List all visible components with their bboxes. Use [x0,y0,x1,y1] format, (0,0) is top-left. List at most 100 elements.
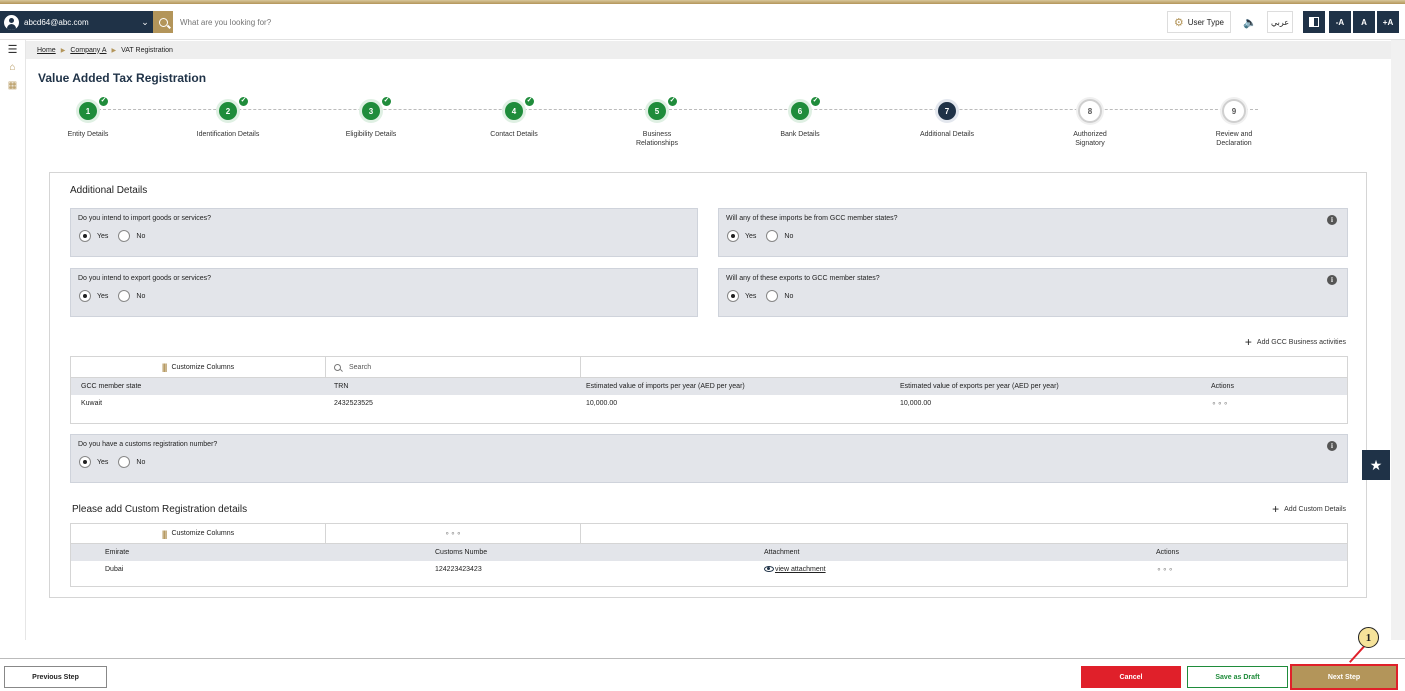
vertical-scrollbar[interactable] [1391,40,1405,640]
contrast-toggle[interactable] [1303,11,1325,33]
info-icon[interactable]: i [1327,275,1337,285]
cell-gcc-state: Kuwait [81,400,103,407]
previous-step-button[interactable]: Previous Step [4,666,107,688]
step-authorized-signatory[interactable]: 8 Authorized Signatory [1030,93,1150,148]
registration-stepper: 1 ✓ Entity Details 2 ✓ Identification Deta… [38,93,1338,153]
import-question-box: Do you intend to import goods or service… [70,208,698,257]
step-number: 6 ✓ [788,96,821,123]
info-icon[interactable]: i [1327,441,1337,451]
row-actions-menu[interactable]: ⚬⚬⚬ [1156,566,1174,574]
row-actions-menu[interactable]: ⚬⚬⚬ [1211,400,1229,408]
column-header[interactable]: Emirate [105,549,129,556]
table-search-input[interactable]: Search [326,357,581,377]
column-header[interactable]: GCC member state [81,383,141,390]
breadcrumb-separator-icon: ▶ [111,47,117,54]
user-type-label: User Type [1187,17,1224,27]
question-text: Will any of these exports to GCC member … [726,275,880,282]
column-header: Actions [1211,383,1234,390]
step-label: Contact Details [490,131,538,138]
search-placeholder: Search [349,363,372,371]
speaker-icon[interactable]: 🔈 [1239,16,1261,29]
radio-no-label: No [136,232,146,240]
add-custom-label: Add Custom Details [1284,505,1346,513]
footer-actions: Previous Step Cancel Save as Draft Next … [0,658,1405,691]
import-radio-group: Yes No [79,230,149,242]
global-search-input[interactable] [180,15,580,29]
radio-yes[interactable] [79,456,91,468]
cancel-button[interactable]: Cancel [1081,666,1181,688]
radio-yes-label: Yes [97,458,109,466]
font-normal-button[interactable]: A [1353,11,1375,33]
radio-no[interactable] [766,290,779,302]
add-gcc-activities-link[interactable]: + Add GCC Business activities [1245,336,1346,348]
customs-radio-group: Yes No [79,456,149,468]
user-type-button[interactable]: ⚙ User Type [1166,11,1231,33]
step-eligibility-details[interactable]: 3 ✓ Eligibility Details [311,93,431,139]
breadcrumb-current: VAT Registration [121,46,173,54]
left-rail: ☰ ⌂ ▦ [0,40,26,640]
chevron-down-icon: ⌄ [141,16,149,27]
save-as-draft-button[interactable]: Save as Draft [1187,666,1288,688]
search-icon [334,363,341,371]
check-icon: ✓ [381,96,392,107]
radio-no[interactable] [118,230,131,242]
next-step-button[interactable]: Next Step [1290,664,1398,690]
search-button[interactable] [153,11,173,33]
step-identification-details[interactable]: 2 ✓ Identification Details [168,93,288,139]
radio-yes[interactable] [79,230,91,242]
check-icon: ✓ [524,96,535,107]
question-text: Will any of these imports be from GCC me… [726,215,898,222]
page-title: Value Added Tax Registration [38,71,207,85]
radio-no[interactable] [766,230,779,242]
step-number: 5 ✓ [645,96,678,123]
apps-grid-icon[interactable]: ▦ [0,76,25,94]
top-header: abcd64@abc.com ⌄ ⚙ User Type 🔈 عربي -A A… [0,4,1405,40]
step-label: Bank Details [780,131,820,138]
column-header[interactable]: Estimated value of imports per year (AED… [586,383,745,390]
breadcrumb-company[interactable]: Company A [70,47,106,54]
step-bank-details[interactable]: 6 ✓ Bank Details [740,93,860,139]
step-additional-details[interactable]: 7 Additional Details [887,93,1007,139]
favorite-star-button[interactable]: ★ [1362,450,1390,480]
customize-columns-button[interactable]: ||| Customize Columns [71,357,326,377]
font-increase-button[interactable]: +A [1377,11,1399,33]
check-icon: ✓ [810,96,821,107]
customize-columns-button[interactable]: ||| Customize Columns [71,524,326,543]
view-attachment-link[interactable]: view attachment [764,566,826,573]
add-custom-details-link[interactable]: + Add Custom Details [1272,502,1346,516]
step-contact-details[interactable]: 4 ✓ Contact Details [454,93,574,139]
info-icon[interactable]: i [1327,215,1337,225]
hamburger-menu-icon[interactable]: ☰ [0,40,25,58]
step-number: 1 ✓ [76,96,109,123]
export-radio-group: Yes No [79,290,149,302]
user-menu[interactable]: abcd64@abc.com ⌄ [0,11,153,33]
radio-no[interactable] [118,456,131,468]
step-review-declaration[interactable]: 9 Review and Declaration [1174,93,1294,148]
radio-yes-label: Yes [97,292,109,300]
radio-yes-label: Yes [745,292,757,300]
import-gcc-question-box: Will any of these imports be from GCC me… [718,208,1348,257]
font-decrease-button[interactable]: -A [1329,11,1351,33]
star-icon: ★ [1369,456,1383,473]
plus-icon: + [1272,502,1280,516]
column-header[interactable]: TRN [334,383,348,390]
step-label: Review and Declaration [1215,131,1253,147]
language-toggle[interactable]: عربي [1267,11,1293,33]
breadcrumb-separator-icon: ▶ [60,47,66,54]
step-number: 4 ✓ [502,96,535,123]
step-business-relationships[interactable]: 5 ✓ Business Relationships [597,93,717,148]
toolbar-more-menu[interactable]: ⚬⚬⚬ [326,524,581,543]
breadcrumb-home[interactable]: Home [37,47,56,54]
step-number: 9 [1222,99,1246,123]
radio-yes[interactable] [79,290,91,302]
check-icon: ✓ [667,96,678,107]
column-header[interactable]: Customs Numbe [435,549,487,556]
step-entity-details[interactable]: 1 ✓ Entity Details [28,93,148,139]
column-header[interactable]: Attachment [764,549,799,556]
check-icon: ✓ [98,96,109,107]
radio-no[interactable] [118,290,131,302]
radio-yes[interactable] [727,290,739,302]
column-header[interactable]: Estimated value of exports per year (AED… [900,383,1059,390]
radio-yes[interactable] [727,230,739,242]
home-icon[interactable]: ⌂ [0,58,25,76]
